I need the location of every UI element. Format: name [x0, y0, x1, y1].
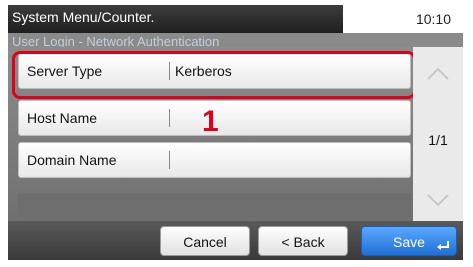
chevron-up-icon: [427, 67, 449, 80]
back-button[interactable]: < Back: [258, 226, 348, 256]
scroll-down-button[interactable]: [417, 183, 459, 217]
row-label: Host Name: [27, 110, 98, 126]
row-domain-name[interactable]: Domain Name: [18, 142, 411, 178]
device-screen: System Menu/Counter. 10:10 User Login - …: [8, 5, 463, 260]
enter-icon: [437, 241, 449, 250]
chevron-down-icon: [427, 194, 449, 207]
highlight-box: [12, 51, 416, 99]
page-indicator: 1/1: [428, 132, 448, 148]
row-divider: [169, 109, 170, 127]
empty-row: [18, 193, 411, 217]
row-divider: [169, 151, 170, 169]
cancel-button[interactable]: Cancel: [160, 226, 250, 256]
save-button[interactable]: Save: [361, 226, 457, 256]
callout-number: 1: [202, 105, 219, 138]
scroll-up-button[interactable]: [417, 57, 459, 91]
screen-title: System Menu/Counter.: [12, 9, 155, 25]
save-label: Save: [393, 234, 425, 250]
title-bar: System Menu/Counter. 10:10: [8, 5, 463, 33]
settings-panel: Server Type Kerberos Host Name Domain Na…: [8, 47, 463, 221]
clock: 10:10: [343, 5, 463, 33]
footer-bar: Cancel < Back Save: [8, 221, 463, 260]
scrollbar[interactable]: 1/1: [413, 47, 463, 221]
row-label: Domain Name: [27, 152, 117, 168]
